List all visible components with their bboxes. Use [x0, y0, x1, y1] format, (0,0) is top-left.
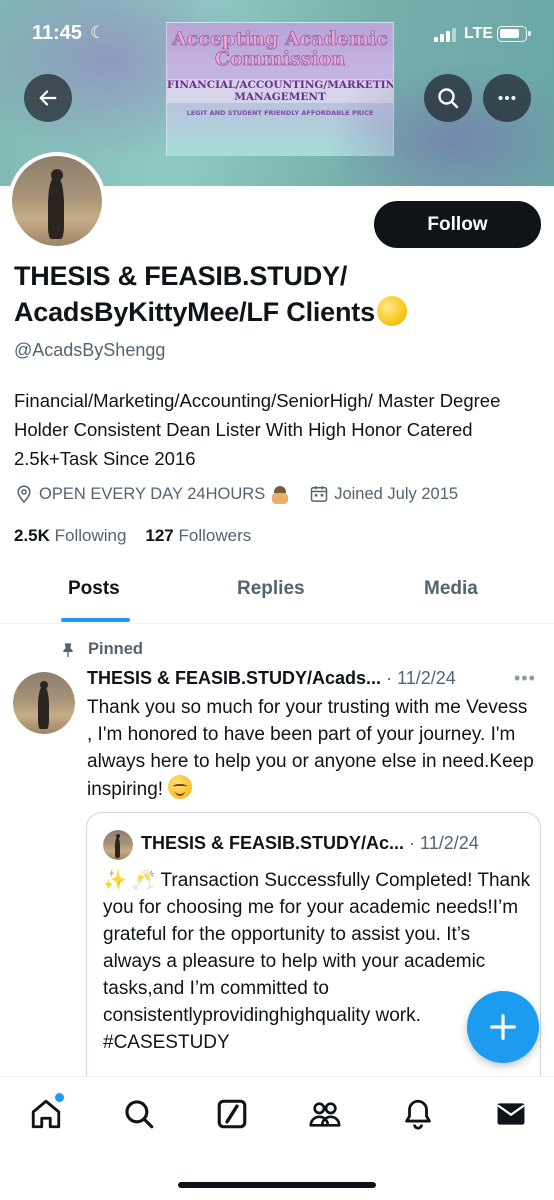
location-pin-icon — [17, 485, 31, 503]
post-more-icon[interactable]: ••• — [514, 668, 536, 689]
tab-posts[interactable]: Posts — [68, 578, 120, 600]
profile-avatar[interactable] — [8, 152, 106, 250]
home-indicator — [178, 1182, 376, 1188]
banner-subtitle: FINANCIAL/ACCOUNTING/MARKETING MANAGEMEN… — [167, 79, 394, 103]
status-time: 11:45 — [32, 22, 83, 44]
post-date[interactable]: 11/2/24 — [397, 668, 456, 688]
notifications-bell-icon[interactable] — [401, 1097, 435, 1131]
quoted-post[interactable]: THESIS & FEASIB.STUDY/Ac... · 11/2/24 ✨ … — [86, 812, 541, 1092]
calendar-icon — [310, 486, 328, 502]
banner-small-text: LEGIT AND STUDENT FRIENDLY AFFORDABLE PR… — [186, 109, 374, 117]
profile-meta: OPEN EVERY DAY 24HOURS Joined July 2015 — [14, 482, 458, 506]
followers-link[interactable]: 127 Followers — [145, 526, 251, 545]
location-text: OPEN EVERY DAY 24HOURS — [39, 484, 266, 503]
back-button[interactable] — [24, 74, 72, 122]
pinned-indicator: Pinned — [60, 640, 143, 659]
joined-date: Joined July 2015 — [334, 484, 459, 503]
moon-icon: ☾ — [90, 23, 106, 42]
quoted-author-name: THESIS & FEASIB.STUDY/Ac... — [141, 833, 405, 853]
pin-icon — [63, 642, 73, 657]
profile-display-name: THESIS & FEASIB.STUDY/ AcadsByKittyMee/L… — [14, 258, 534, 330]
post-author-avatar[interactable] — [13, 672, 75, 734]
following-link[interactable]: 2.5K Following — [14, 526, 126, 545]
yellow-circle-emoji-icon — [376, 296, 407, 326]
quoted-author-avatar — [103, 830, 133, 860]
network-label: LTE — [464, 25, 494, 42]
compose-plus-icon — [490, 1014, 516, 1040]
home-notification-dot — [55, 1093, 64, 1102]
post-text: Thank you so much for your trusting with… — [87, 697, 534, 800]
compose-button[interactable] — [467, 991, 539, 1063]
quoted-post-date: 11/2/24 — [420, 833, 479, 853]
post-author-name[interactable]: THESIS & FEASIB.STUDY/Acads... — [87, 668, 381, 688]
explore-search-icon[interactable] — [122, 1097, 156, 1131]
more-button[interactable] — [483, 74, 531, 122]
search-icon — [438, 88, 459, 109]
grok-icon[interactable] — [215, 1097, 249, 1131]
status-bar: 11:45 ☾ LTE — [0, 20, 554, 48]
home-icon[interactable] — [29, 1097, 63, 1131]
back-arrow-icon — [39, 90, 57, 106]
more-icon — [498, 95, 516, 101]
tab-media[interactable]: Media — [424, 578, 478, 600]
messages-envelope-icon[interactable] — [494, 1097, 528, 1131]
post-header: THESIS & FEASIB.STUDY/Acads... · 11/2/24 — [87, 668, 456, 688]
tab-replies[interactable]: Replies — [237, 578, 305, 600]
relieved-face-emoji-icon — [168, 775, 193, 799]
communities-icon[interactable] — [308, 1097, 342, 1131]
profile-bio: Financial/Marketing/Accounting/SeniorHig… — [14, 390, 501, 469]
battery-icon — [497, 26, 531, 42]
active-tab-indicator — [61, 618, 130, 622]
profile-handle: @AcadsByShengg — [14, 340, 166, 360]
avatar-photo — [12, 156, 102, 246]
sparkles-clink-emoji-icon: ✨ 🥂 — [103, 870, 156, 891]
signal-icon — [434, 28, 458, 42]
search-button[interactable] — [424, 74, 472, 122]
teacher-emoji-icon — [269, 484, 291, 504]
follow-stats: 2.5K Following 127 Followers — [14, 526, 251, 546]
quoted-post-header: THESIS & FEASIB.STUDY/Ac... · 11/2/24 — [141, 833, 479, 853]
profile-tabs: Posts Replies Media — [0, 562, 554, 624]
follow-button[interactable]: Follow — [374, 201, 541, 248]
